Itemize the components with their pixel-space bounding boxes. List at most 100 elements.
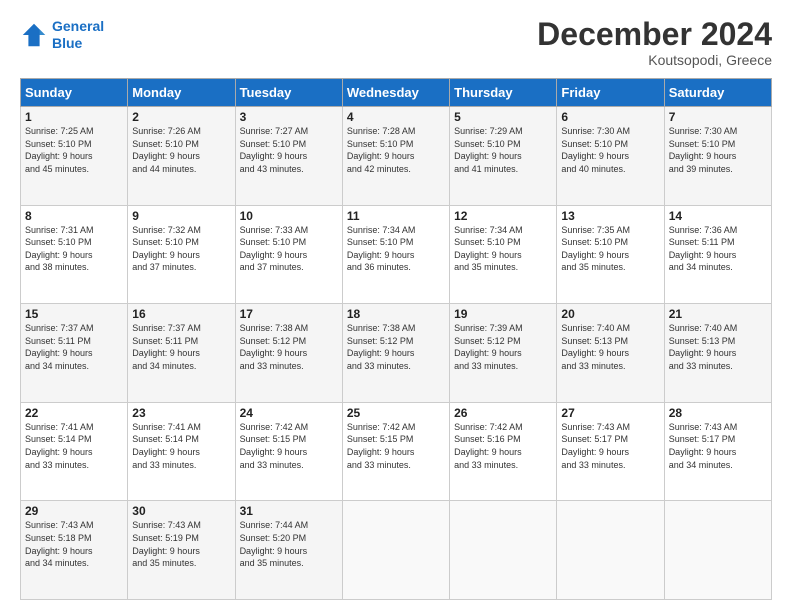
day-number: 16 [132, 307, 230, 321]
day-number: 9 [132, 209, 230, 223]
month-title: December 2024 [537, 18, 772, 50]
table-row: 16Sunrise: 7:37 AMSunset: 5:11 PMDayligh… [128, 304, 235, 403]
table-row: 31Sunrise: 7:44 AMSunset: 5:20 PMDayligh… [235, 501, 342, 600]
day-info: Sunrise: 7:43 AMSunset: 5:19 PMDaylight:… [132, 519, 230, 569]
day-number: 28 [669, 406, 767, 420]
day-info: Sunrise: 7:32 AMSunset: 5:10 PMDaylight:… [132, 224, 230, 274]
logo-icon [20, 21, 48, 49]
col-saturday: Saturday [664, 79, 771, 107]
day-info: Sunrise: 7:41 AMSunset: 5:14 PMDaylight:… [132, 421, 230, 471]
day-number: 2 [132, 110, 230, 124]
location: Koutsopodi, Greece [537, 52, 772, 68]
day-info: Sunrise: 7:42 AMSunset: 5:15 PMDaylight:… [240, 421, 338, 471]
day-number: 31 [240, 504, 338, 518]
week-row-5: 29Sunrise: 7:43 AMSunset: 5:18 PMDayligh… [21, 501, 772, 600]
table-row: 23Sunrise: 7:41 AMSunset: 5:14 PMDayligh… [128, 402, 235, 501]
day-info: Sunrise: 7:28 AMSunset: 5:10 PMDaylight:… [347, 125, 445, 175]
table-row [342, 501, 449, 600]
table-row: 9Sunrise: 7:32 AMSunset: 5:10 PMDaylight… [128, 205, 235, 304]
day-info: Sunrise: 7:41 AMSunset: 5:14 PMDaylight:… [25, 421, 123, 471]
logo-line1: General [52, 18, 104, 34]
day-number: 30 [132, 504, 230, 518]
table-row: 22Sunrise: 7:41 AMSunset: 5:14 PMDayligh… [21, 402, 128, 501]
table-row: 4Sunrise: 7:28 AMSunset: 5:10 PMDaylight… [342, 107, 449, 206]
week-row-1: 1Sunrise: 7:25 AMSunset: 5:10 PMDaylight… [21, 107, 772, 206]
table-row: 6Sunrise: 7:30 AMSunset: 5:10 PMDaylight… [557, 107, 664, 206]
day-info: Sunrise: 7:26 AMSunset: 5:10 PMDaylight:… [132, 125, 230, 175]
day-number: 7 [669, 110, 767, 124]
day-info: Sunrise: 7:25 AMSunset: 5:10 PMDaylight:… [25, 125, 123, 175]
day-info: Sunrise: 7:30 AMSunset: 5:10 PMDaylight:… [561, 125, 659, 175]
logo: General Blue [20, 18, 104, 52]
table-row: 19Sunrise: 7:39 AMSunset: 5:12 PMDayligh… [450, 304, 557, 403]
day-info: Sunrise: 7:43 AMSunset: 5:17 PMDaylight:… [561, 421, 659, 471]
day-info: Sunrise: 7:29 AMSunset: 5:10 PMDaylight:… [454, 125, 552, 175]
day-number: 24 [240, 406, 338, 420]
col-wednesday: Wednesday [342, 79, 449, 107]
day-info: Sunrise: 7:40 AMSunset: 5:13 PMDaylight:… [669, 322, 767, 372]
table-row: 29Sunrise: 7:43 AMSunset: 5:18 PMDayligh… [21, 501, 128, 600]
day-number: 18 [347, 307, 445, 321]
week-row-4: 22Sunrise: 7:41 AMSunset: 5:14 PMDayligh… [21, 402, 772, 501]
table-row: 18Sunrise: 7:38 AMSunset: 5:12 PMDayligh… [342, 304, 449, 403]
table-row: 3Sunrise: 7:27 AMSunset: 5:10 PMDaylight… [235, 107, 342, 206]
table-row [557, 501, 664, 600]
header-row: Sunday Monday Tuesday Wednesday Thursday… [21, 79, 772, 107]
page: General Blue December 2024 Koutsopodi, G… [0, 0, 792, 612]
day-number: 29 [25, 504, 123, 518]
day-number: 14 [669, 209, 767, 223]
day-number: 11 [347, 209, 445, 223]
day-number: 20 [561, 307, 659, 321]
table-row: 11Sunrise: 7:34 AMSunset: 5:10 PMDayligh… [342, 205, 449, 304]
day-number: 17 [240, 307, 338, 321]
day-info: Sunrise: 7:27 AMSunset: 5:10 PMDaylight:… [240, 125, 338, 175]
day-number: 5 [454, 110, 552, 124]
table-row: 25Sunrise: 7:42 AMSunset: 5:15 PMDayligh… [342, 402, 449, 501]
table-row: 30Sunrise: 7:43 AMSunset: 5:19 PMDayligh… [128, 501, 235, 600]
calendar-table: Sunday Monday Tuesday Wednesday Thursday… [20, 78, 772, 600]
table-row: 20Sunrise: 7:40 AMSunset: 5:13 PMDayligh… [557, 304, 664, 403]
day-number: 13 [561, 209, 659, 223]
table-row: 27Sunrise: 7:43 AMSunset: 5:17 PMDayligh… [557, 402, 664, 501]
week-row-3: 15Sunrise: 7:37 AMSunset: 5:11 PMDayligh… [21, 304, 772, 403]
table-row: 12Sunrise: 7:34 AMSunset: 5:10 PMDayligh… [450, 205, 557, 304]
col-monday: Monday [128, 79, 235, 107]
table-row: 1Sunrise: 7:25 AMSunset: 5:10 PMDaylight… [21, 107, 128, 206]
day-info: Sunrise: 7:34 AMSunset: 5:10 PMDaylight:… [454, 224, 552, 274]
day-info: Sunrise: 7:37 AMSunset: 5:11 PMDaylight:… [132, 322, 230, 372]
day-info: Sunrise: 7:42 AMSunset: 5:16 PMDaylight:… [454, 421, 552, 471]
col-friday: Friday [557, 79, 664, 107]
table-row: 17Sunrise: 7:38 AMSunset: 5:12 PMDayligh… [235, 304, 342, 403]
table-row: 14Sunrise: 7:36 AMSunset: 5:11 PMDayligh… [664, 205, 771, 304]
table-row: 10Sunrise: 7:33 AMSunset: 5:10 PMDayligh… [235, 205, 342, 304]
day-info: Sunrise: 7:37 AMSunset: 5:11 PMDaylight:… [25, 322, 123, 372]
day-number: 10 [240, 209, 338, 223]
day-info: Sunrise: 7:43 AMSunset: 5:18 PMDaylight:… [25, 519, 123, 569]
day-number: 23 [132, 406, 230, 420]
day-number: 15 [25, 307, 123, 321]
day-info: Sunrise: 7:31 AMSunset: 5:10 PMDaylight:… [25, 224, 123, 274]
day-info: Sunrise: 7:43 AMSunset: 5:17 PMDaylight:… [669, 421, 767, 471]
day-number: 26 [454, 406, 552, 420]
table-row: 13Sunrise: 7:35 AMSunset: 5:10 PMDayligh… [557, 205, 664, 304]
day-info: Sunrise: 7:39 AMSunset: 5:12 PMDaylight:… [454, 322, 552, 372]
week-row-2: 8Sunrise: 7:31 AMSunset: 5:10 PMDaylight… [21, 205, 772, 304]
table-row: 8Sunrise: 7:31 AMSunset: 5:10 PMDaylight… [21, 205, 128, 304]
day-number: 25 [347, 406, 445, 420]
day-number: 22 [25, 406, 123, 420]
table-row: 15Sunrise: 7:37 AMSunset: 5:11 PMDayligh… [21, 304, 128, 403]
table-row: 26Sunrise: 7:42 AMSunset: 5:16 PMDayligh… [450, 402, 557, 501]
col-tuesday: Tuesday [235, 79, 342, 107]
table-row: 28Sunrise: 7:43 AMSunset: 5:17 PMDayligh… [664, 402, 771, 501]
day-number: 1 [25, 110, 123, 124]
day-number: 19 [454, 307, 552, 321]
day-info: Sunrise: 7:42 AMSunset: 5:15 PMDaylight:… [347, 421, 445, 471]
day-number: 27 [561, 406, 659, 420]
title-area: December 2024 Koutsopodi, Greece [537, 18, 772, 68]
table-row: 2Sunrise: 7:26 AMSunset: 5:10 PMDaylight… [128, 107, 235, 206]
day-info: Sunrise: 7:38 AMSunset: 5:12 PMDaylight:… [347, 322, 445, 372]
table-row [450, 501, 557, 600]
logo-text: General Blue [52, 18, 104, 52]
day-number: 6 [561, 110, 659, 124]
col-sunday: Sunday [21, 79, 128, 107]
